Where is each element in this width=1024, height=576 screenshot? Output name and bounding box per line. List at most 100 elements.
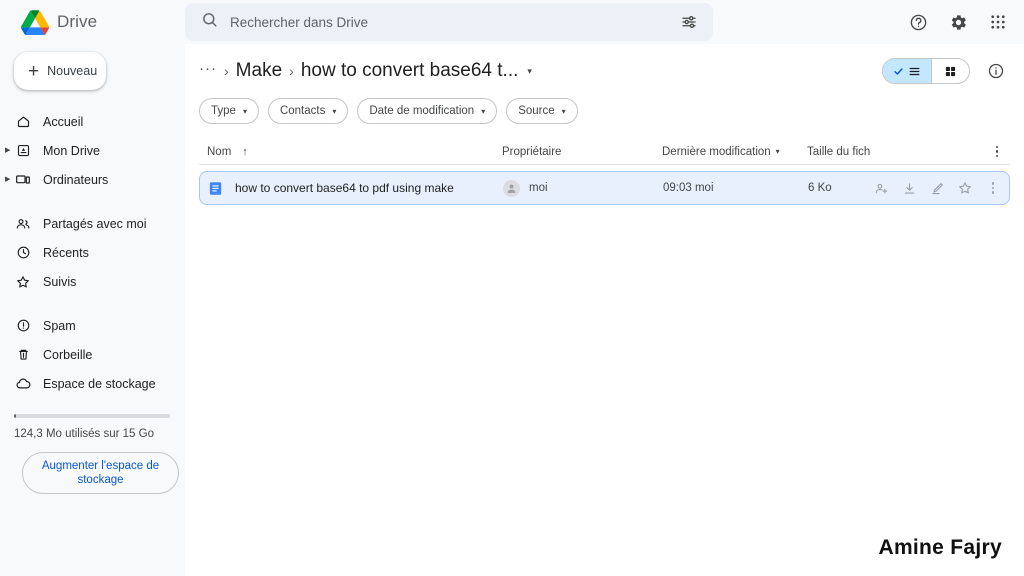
- chevron-right-icon[interactable]: ▶: [5, 176, 10, 183]
- sidebar-item-partages-avec-moi[interactable]: Partagés avec moi: [0, 209, 185, 238]
- file-name-cell: how to convert base64 to pdf using make: [208, 181, 503, 196]
- brand-title: Drive: [57, 12, 98, 31]
- sidebar-item-mon-drive[interactable]: ▶ Mon Drive: [0, 136, 185, 165]
- nav-divider-space: [0, 296, 185, 311]
- person-avatar: [503, 179, 520, 197]
- sidebar-item-label: Accueil: [43, 114, 84, 129]
- column-header-name[interactable]: Nom ↑: [207, 146, 502, 158]
- search-bar[interactable]: [185, 3, 713, 41]
- info-circle-icon[interactable]: [984, 59, 1008, 83]
- file-table: Nom ↑ Propriétaire Dernière modification…: [185, 139, 1010, 205]
- column-header-owner[interactable]: Propriétaire: [502, 146, 662, 158]
- sidebar-item-accueil[interactable]: Accueil: [0, 107, 185, 136]
- sidebar-item-spam[interactable]: Spam: [0, 311, 185, 340]
- chevron-down-icon: ▾: [481, 106, 486, 116]
- table-row[interactable]: how to convert base64 to pdf using make …: [199, 171, 1010, 205]
- table-options-button[interactable]: [986, 145, 1008, 158]
- sidebar-item-label: Mon Drive: [43, 143, 100, 158]
- filter-chip-source[interactable]: Source ▾: [506, 98, 578, 124]
- clock-icon: [14, 244, 32, 262]
- body-area: + Nouveau Accueil ▶ Mon Drive ▶ Ordinate…: [0, 44, 1024, 576]
- breadcrumb-overflow[interactable]: ···: [199, 60, 217, 83]
- sidebar-nav: Accueil ▶ Mon Drive ▶ Ordinateurs Partag…: [0, 107, 185, 398]
- trash-icon: [14, 346, 32, 364]
- kebab-menu-icon[interactable]: [983, 178, 1003, 198]
- edit-pencil-icon[interactable]: [927, 178, 947, 198]
- breadcrumb-separator: ›: [224, 63, 229, 79]
- home-icon: [14, 113, 32, 131]
- search-icon: [201, 11, 218, 33]
- sidebar-item-ordinateurs[interactable]: ▶ Ordinateurs: [0, 165, 185, 194]
- filter-chip-label: Type: [211, 105, 236, 117]
- sidebar-item-label: Suivis: [43, 274, 77, 289]
- help-circle-icon[interactable]: [906, 10, 930, 34]
- filter-chip-type[interactable]: Type ▾: [199, 98, 259, 124]
- plus-icon: +: [28, 60, 40, 82]
- sidebar-item-recents[interactable]: Récents: [0, 238, 185, 267]
- grid-squares-icon: [945, 66, 956, 76]
- filter-chip-contacts[interactable]: Contacts ▾: [267, 98, 349, 124]
- sidebar-item-suivis[interactable]: Suivis: [0, 267, 185, 296]
- chevron-down-icon: ▾: [242, 106, 247, 116]
- top-bar: Drive: [0, 0, 1024, 44]
- nav-divider-space: [0, 194, 185, 209]
- row-action-buttons: [871, 178, 1005, 198]
- file-modified-cell: 09:03 moi: [663, 182, 714, 194]
- cloud-icon: [14, 375, 32, 393]
- view-toggle: [882, 58, 970, 84]
- main-header-actions: [882, 58, 1010, 84]
- storage-progress-fill: [14, 414, 16, 418]
- sidebar: + Nouveau Accueil ▶ Mon Drive ▶ Ordinate…: [0, 44, 185, 576]
- filter-chip-label: Date de modification: [369, 105, 475, 117]
- filter-chip-label: Contacts: [279, 105, 326, 117]
- grid-view-button[interactable]: [931, 59, 969, 83]
- column-header-size[interactable]: Taille du fich: [807, 146, 986, 158]
- file-owner-cell: moi: [503, 179, 663, 197]
- upgrade-storage-button[interactable]: Augmenter l'espace de stockage: [22, 452, 179, 494]
- chevron-down-icon[interactable]: ▾: [527, 66, 532, 77]
- sidebar-item-label: Espace de stockage: [43, 376, 156, 391]
- new-button[interactable]: + Nouveau: [14, 52, 106, 90]
- people-icon: [14, 215, 32, 233]
- chevron-down-icon: ▾: [332, 106, 337, 116]
- google-docs-icon: [208, 181, 223, 196]
- apps-grid-icon[interactable]: [986, 10, 1010, 34]
- brand-area[interactable]: Drive: [0, 9, 185, 35]
- filter-chips: Type ▾ Contacts ▾ Date de modification ▾…: [185, 86, 1010, 124]
- breadcrumb-current-folder[interactable]: how to convert base64 t...: [301, 60, 519, 82]
- chevron-right-icon[interactable]: ▶: [5, 147, 10, 154]
- drive-icon: [14, 142, 32, 160]
- main-content: ··· › Make › how to convert base64 t... …: [185, 44, 1024, 576]
- alert-circle-icon: [14, 317, 32, 335]
- search-area: [185, 3, 906, 41]
- sidebar-item-label: Récents: [43, 245, 89, 260]
- list-lines-icon: [909, 67, 920, 75]
- gear-icon[interactable]: [946, 10, 970, 34]
- column-header-label: Nom: [207, 145, 232, 158]
- star-outline-icon[interactable]: [955, 178, 975, 198]
- add-person-icon[interactable]: [871, 178, 891, 198]
- column-header-modified[interactable]: Dernière modification ▾: [662, 146, 807, 158]
- filter-chip-date-de-modification[interactable]: Date de modification ▾: [357, 98, 498, 124]
- check-icon: [894, 67, 903, 75]
- sort-ascending-icon: ↑: [242, 145, 248, 158]
- sidebar-item-corbeille[interactable]: Corbeille: [0, 340, 185, 369]
- chevron-down-icon: ▾: [561, 106, 566, 116]
- top-bar-actions: [906, 10, 1024, 34]
- kebab-menu-icon: [995, 145, 999, 158]
- new-button-label: Nouveau: [47, 64, 98, 78]
- computer-icon: [14, 171, 32, 189]
- sidebar-item-espace-de-stockage[interactable]: Espace de stockage: [0, 369, 185, 398]
- tune-filter-icon[interactable]: [677, 10, 701, 34]
- search-input[interactable]: [230, 14, 665, 30]
- drive-app-window: Drive Rechercher dans Drive + Nouveau Ac…: [0, 0, 1024, 576]
- breadcrumb-item-make[interactable]: Make: [236, 60, 282, 82]
- sidebar-item-label: Spam: [43, 318, 76, 333]
- file-name: how to convert base64 to pdf using make: [235, 181, 454, 195]
- download-icon[interactable]: [899, 178, 919, 198]
- sidebar-item-label: Partagés avec moi: [43, 216, 147, 231]
- main-header: ··· › Make › how to convert base64 t... …: [185, 44, 1010, 86]
- list-view-button[interactable]: [883, 59, 931, 83]
- file-owner-name: moi: [529, 182, 548, 194]
- sidebar-item-label: Ordinateurs: [43, 172, 109, 187]
